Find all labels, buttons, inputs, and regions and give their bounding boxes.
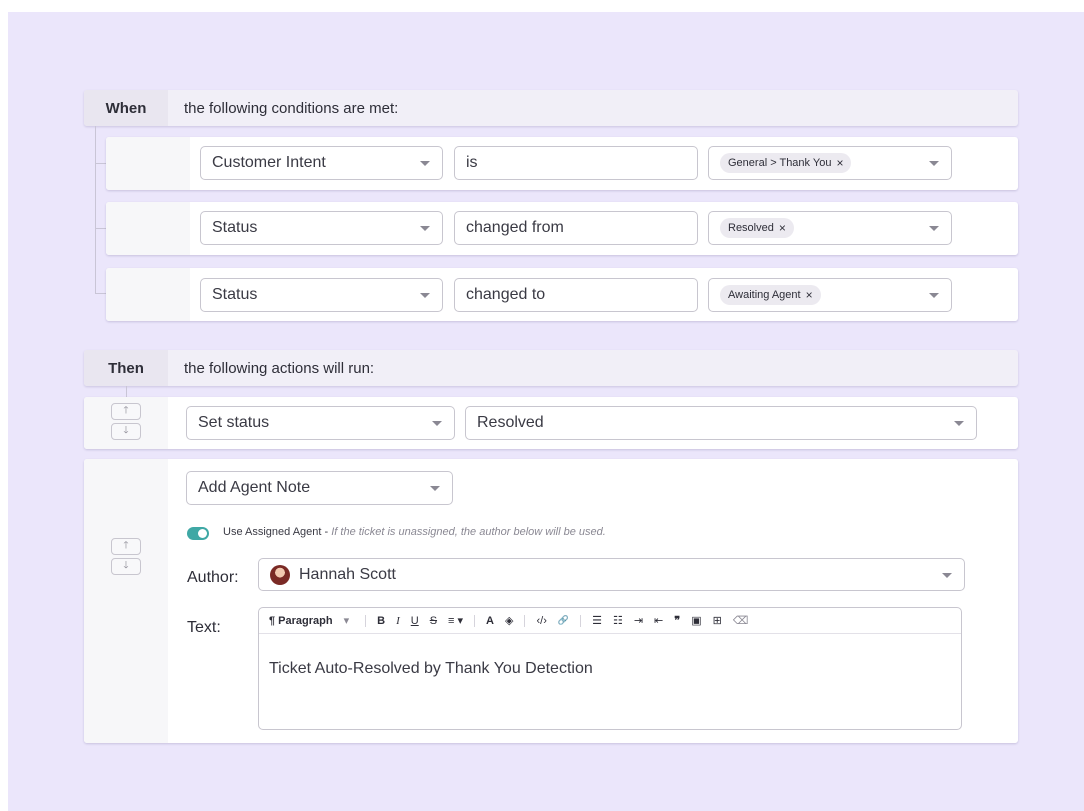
condition-row: Status changed to Awaiting Agent × <box>106 268 1018 321</box>
quote-icon[interactable]: ❞ <box>674 614 680 627</box>
caret-down-icon <box>942 573 952 578</box>
avatar <box>270 564 290 585</box>
condition-operator-field[interactable]: is <box>454 146 698 180</box>
move-up-icon[interactable]: 🡑 <box>111 538 141 555</box>
text-label: Text: <box>187 619 221 636</box>
caret-down-icon <box>420 226 430 231</box>
indent-icon[interactable]: ⇥ <box>634 614 643 627</box>
author-select[interactable]: Hannah Scott <box>258 558 965 591</box>
underline-icon[interactable]: U <box>411 615 419 627</box>
strikethrough-icon[interactable]: S <box>430 615 437 627</box>
caret-down-icon <box>430 486 440 491</box>
fill-color-icon[interactable]: ◈ <box>505 614 513 627</box>
chip-label: General > Thank You <box>728 157 832 169</box>
paragraph-format-select[interactable]: ¶ Paragraph <box>269 615 333 627</box>
row-gutter: 🡑 🡓 <box>84 459 168 743</box>
when-header: When the following conditions are met: <box>84 90 1018 126</box>
author-name: Hannah Scott <box>299 565 396 583</box>
italic-icon[interactable]: I <box>396 615 400 627</box>
condition-row: Status changed from Resolved × <box>106 202 1018 255</box>
toggle-hint: If the ticket is unassigned, the author … <box>331 526 606 538</box>
table-icon[interactable]: ⊞ <box>713 614 722 627</box>
chip-label: Awaiting Agent <box>728 289 801 301</box>
ordered-list-icon[interactable]: ☷ <box>613 614 623 627</box>
toolbar-divider <box>524 614 526 627</box>
then-keyword: Then <box>108 359 144 377</box>
rich-text-editor[interactable]: ¶ Paragraph ▾ B I U S ≡ ▾ A ◈ ‹/› 🔗 ☰ ☷ … <box>258 607 962 730</box>
select-value: Resolved <box>477 414 544 431</box>
move-up-icon[interactable]: 🡑 <box>111 403 141 420</box>
condition-value-select[interactable]: Resolved × <box>708 211 952 245</box>
value-chip: Resolved × <box>720 218 794 238</box>
chip-remove-icon[interactable]: × <box>806 288 813 302</box>
row-gutter: 🡑 🡓 <box>84 397 168 449</box>
select-value: Customer Intent <box>212 154 326 171</box>
bold-icon[interactable]: B <box>377 615 385 627</box>
author-label: Author: <box>187 569 239 586</box>
condition-operator-field[interactable]: changed to <box>454 278 698 312</box>
select-value: Status <box>212 286 258 303</box>
action-type-select[interactable]: Add Agent Note <box>186 471 453 505</box>
clear-format-icon[interactable]: ⌫ <box>733 614 749 627</box>
use-assigned-agent-toggle[interactable] <box>187 527 209 540</box>
caret-down-icon <box>929 226 939 231</box>
action-row: 🡑 🡓 Set status Resolved <box>84 397 1018 449</box>
select-value: Status <box>212 219 258 236</box>
toolbar-divider <box>474 614 476 627</box>
condition-value-select[interactable]: General > Thank You × <box>708 146 952 180</box>
condition-field-select[interactable]: Status <box>200 211 443 245</box>
paragraph-dropdown-icon[interactable]: ▾ <box>344 614 350 627</box>
align-icon[interactable]: ≡ ▾ <box>448 614 463 627</box>
value-chip: General > Thank You × <box>720 153 852 173</box>
editor-content[interactable]: Ticket Auto-Resolved by Thank You Detect… <box>259 634 961 678</box>
select-value: Add Agent Note <box>198 479 311 496</box>
toolbar-divider <box>365 614 367 627</box>
condition-row: Customer Intent is General > Thank You × <box>106 137 1018 190</box>
operator-value: is <box>466 154 478 171</box>
condition-operator-field[interactable]: changed from <box>454 211 698 245</box>
condition-field-select[interactable]: Status <box>200 278 443 312</box>
operator-value: changed to <box>466 286 546 303</box>
toggle-label: Use Assigned Agent - If the ticket is un… <box>223 526 606 538</box>
move-down-icon[interactable]: 🡓 <box>111 558 141 575</box>
when-description: the following conditions are met: <box>184 99 399 117</box>
caret-down-icon <box>420 293 430 298</box>
condition-value-select[interactable]: Awaiting Agent × <box>708 278 952 312</box>
then-description: the following actions will run: <box>184 359 375 377</box>
status-value-select[interactable]: Resolved <box>465 406 977 440</box>
font-color-icon[interactable]: A <box>486 615 494 627</box>
condition-field-select[interactable]: Customer Intent <box>200 146 443 180</box>
action-row: 🡑 🡓 Add Agent Note Use Assigned Agent - … <box>84 459 1018 743</box>
toolbar-divider <box>580 614 582 627</box>
move-down-icon[interactable]: 🡓 <box>111 423 141 440</box>
select-value: Set status <box>198 414 270 431</box>
chip-label: Resolved <box>728 222 774 234</box>
caret-down-icon <box>929 161 939 166</box>
caret-down-icon <box>929 293 939 298</box>
reorder-controls: 🡑 🡓 <box>111 538 141 575</box>
reorder-controls: 🡑 🡓 <box>111 403 141 440</box>
image-icon[interactable]: ▣ <box>691 614 701 627</box>
action-type-select[interactable]: Set status <box>186 406 455 440</box>
editor-toolbar: ¶ Paragraph ▾ B I U S ≡ ▾ A ◈ ‹/› 🔗 ☰ ☷ … <box>259 608 961 634</box>
actions-tree-line <box>126 386 127 397</box>
when-keyword: When <box>105 99 147 117</box>
code-icon[interactable]: ‹/› <box>536 615 546 627</box>
caret-down-icon <box>954 421 964 426</box>
chip-remove-icon[interactable]: × <box>779 221 786 235</box>
toggle-label-text: Use Assigned Agent - <box>223 526 332 538</box>
link-icon[interactable]: 🔗 <box>558 615 569 626</box>
value-chip: Awaiting Agent × <box>720 285 821 305</box>
row-gutter <box>106 268 190 321</box>
outdent-icon[interactable]: ⇤ <box>654 614 663 627</box>
chip-remove-icon[interactable]: × <box>836 156 843 170</box>
then-header: Then the following actions will run: <box>84 350 1018 386</box>
caret-down-icon <box>420 161 430 166</box>
operator-value: changed from <box>466 219 564 236</box>
bullet-list-icon[interactable]: ☰ <box>592 614 602 627</box>
row-gutter <box>106 202 190 255</box>
row-gutter <box>106 137 190 190</box>
caret-down-icon <box>432 421 442 426</box>
conditions-tree-line <box>95 126 96 293</box>
